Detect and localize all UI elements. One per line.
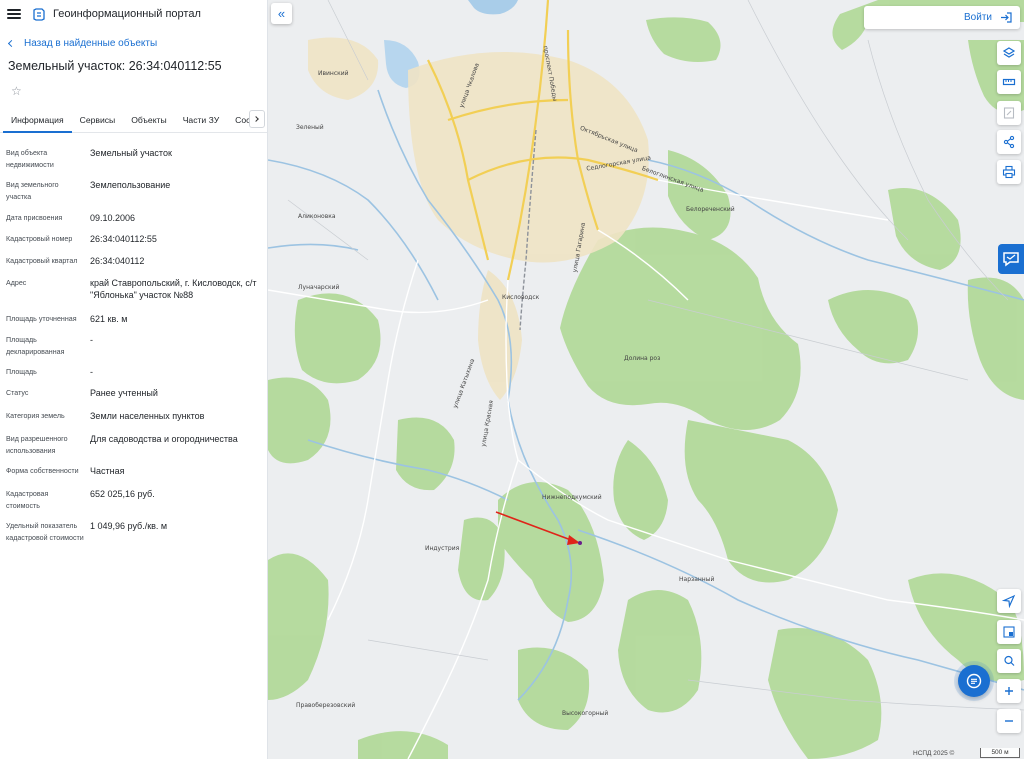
portal-name: Геоинформационный портал xyxy=(53,8,201,20)
place-label: Индустрия xyxy=(425,545,460,552)
back-link-label: Назад в найденные объекты xyxy=(24,37,158,49)
print-button[interactable] xyxy=(997,160,1021,184)
property-value: 26:34:040112:55 xyxy=(90,234,157,244)
property-label: Вид разрешенного использования xyxy=(6,435,68,455)
tab-info[interactable]: Информация xyxy=(3,109,72,133)
property-label: Категория земель xyxy=(6,412,65,420)
geolocate-button[interactable] xyxy=(997,589,1021,613)
map-copyright: НСПД 2025 © xyxy=(913,750,955,757)
property-label: Кадастровая стоимость xyxy=(6,490,49,510)
portal-logo-icon xyxy=(33,7,45,21)
place-label: Ивинский xyxy=(318,70,349,77)
place-label: Белореченский xyxy=(686,206,735,213)
tab-bar: Информация Сервисы Объекты Части ЗУ Сост… xyxy=(0,109,267,133)
property-value: 09.10.2006 xyxy=(90,213,136,223)
property-label: Площадь уточненная xyxy=(6,315,77,323)
property-value: 621 кв. м xyxy=(90,314,128,324)
location-search-icon xyxy=(1004,655,1015,666)
login-icon xyxy=(1001,12,1012,23)
minimap-button[interactable] xyxy=(997,620,1021,644)
ruler-icon xyxy=(1002,78,1016,86)
property-label: Площадь xyxy=(6,368,37,376)
chevron-right-icon xyxy=(253,116,259,122)
edit-icon xyxy=(1003,107,1015,119)
property-value: Частная xyxy=(90,466,125,476)
object-title: Земельный участок: 26:34:040112:55 xyxy=(8,59,222,73)
property-label: Статус xyxy=(6,389,29,397)
place-label: Луначарский xyxy=(298,284,340,291)
property-label: Форма собственности xyxy=(6,467,79,475)
property-value: 26:34:040112 xyxy=(90,256,145,266)
property-label: Вид объекта недвижимости xyxy=(6,149,54,169)
place-label: Зеленый xyxy=(296,124,324,131)
navigation-arrow-icon xyxy=(1002,594,1016,608)
tab-services[interactable]: Сервисы xyxy=(72,109,124,133)
zoom-in-button[interactable] xyxy=(997,679,1021,703)
property-value: Земли населенных пунктов xyxy=(90,411,205,421)
star-icon[interactable]: ☆ xyxy=(11,85,23,97)
chat-button[interactable] xyxy=(958,665,990,697)
property-value: Ранее учтенный xyxy=(90,388,158,398)
place-label: Долина роз xyxy=(624,355,661,362)
tab-objects[interactable]: Объекты xyxy=(123,109,174,133)
map-canvas[interactable]: Кисловодск Аликоновка Луначарский Белоре… xyxy=(268,0,1024,759)
minus-icon xyxy=(1005,720,1013,722)
share-icon xyxy=(1003,135,1015,149)
place-label: Нижнеподкумский xyxy=(542,494,602,501)
property-value: 652 025,16 руб. xyxy=(90,489,155,499)
property-label: Дата присвоения xyxy=(6,214,63,222)
info-panel: Геоинформационный портал Назад в найденн… xyxy=(0,0,268,759)
property-label: Площадь декларированная xyxy=(6,336,65,356)
place-label: Правоберезовский xyxy=(296,702,356,709)
place-label: Аликоновка xyxy=(298,213,336,220)
place-label: Нарзанный xyxy=(679,576,715,583)
tabs-next-button[interactable] xyxy=(249,110,265,128)
minimap-icon xyxy=(1003,626,1015,638)
map-base-layer xyxy=(268,0,1024,759)
login-label: Войти xyxy=(964,12,992,23)
chat-bubble-icon xyxy=(1003,252,1019,267)
property-value: 1 049,96 руб./кв. м xyxy=(90,521,168,531)
property-label: Кадастровый квартал xyxy=(6,257,78,265)
chevron-left-icon xyxy=(7,39,16,47)
property-label: Удельный показатель кадастровой стоимост… xyxy=(6,522,84,542)
property-label: Кадастровый номер xyxy=(6,235,73,243)
search-location-button[interactable] xyxy=(997,649,1021,673)
app-root: Геоинформационный портал Назад в найденн… xyxy=(0,0,1024,759)
layers-icon xyxy=(1002,47,1016,58)
place-label: Кисловодск xyxy=(502,294,540,301)
print-icon xyxy=(1002,165,1016,179)
property-value: - xyxy=(90,335,93,345)
ruler-button[interactable] xyxy=(997,70,1021,94)
login-button[interactable]: Войти xyxy=(864,6,1020,29)
edit-button[interactable] xyxy=(997,101,1021,125)
property-value: - xyxy=(90,367,93,377)
top-bar: Геоинформационный портал xyxy=(0,0,267,28)
tab-parts[interactable]: Части ЗУ xyxy=(175,109,227,133)
plus-icon xyxy=(1005,687,1013,695)
property-value: Землепользование xyxy=(90,180,171,190)
collapse-panel-button[interactable]: « xyxy=(271,3,292,24)
property-value: Земельный участок xyxy=(90,148,172,158)
back-link[interactable]: Назад в найденные объекты xyxy=(0,32,267,54)
scale-bar: 500 м xyxy=(980,748,1020,758)
property-value: край Ставропольский, г. Кисловодск, с/т … xyxy=(90,278,257,300)
message-icon xyxy=(966,673,982,689)
property-label: Адрес xyxy=(6,279,27,287)
layers-button[interactable] xyxy=(997,41,1021,65)
place-label: Высокогорный xyxy=(562,710,609,717)
zoom-out-button[interactable] xyxy=(997,709,1021,733)
share-button[interactable] xyxy=(997,130,1021,154)
menu-icon[interactable] xyxy=(7,9,21,19)
side-panel-toggle[interactable] xyxy=(998,244,1024,274)
property-value: Для садоводства и огородничества xyxy=(90,434,238,444)
property-label: Вид земельного участка xyxy=(6,181,59,201)
